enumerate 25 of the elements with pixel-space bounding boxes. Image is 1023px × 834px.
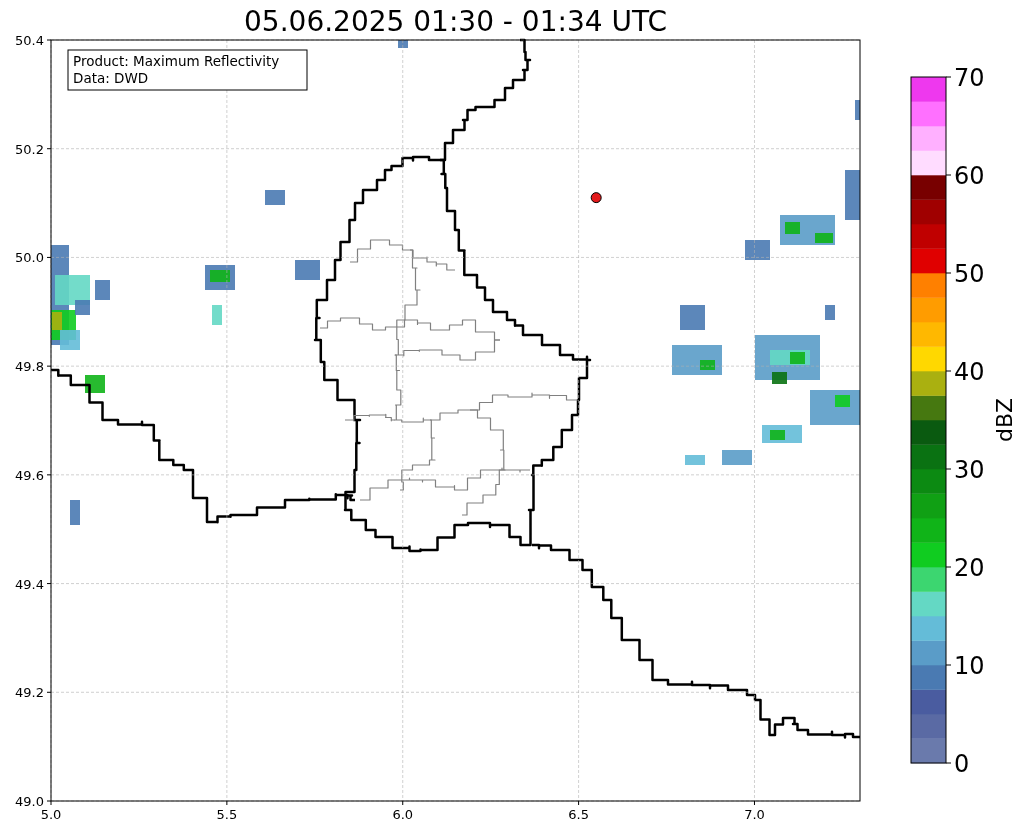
y-axis-tick-label: 49.0 [15, 794, 44, 809]
colorbar-tick-label: 0 [954, 750, 970, 778]
colorbar-tick-label: 60 [954, 162, 985, 190]
y-axis-tick-label: 49.4 [15, 576, 44, 592]
x-axis-tick-label: 5.5 [216, 807, 238, 822]
colorbar-tick-label: 40 [954, 358, 985, 386]
x-axis-tick-label: 7.0 [744, 807, 765, 822]
x-axis-tick-label: 6.5 [568, 807, 589, 822]
colorbar-tick-label: 50 [954, 260, 985, 288]
legend-text: Product: Maximum Reflectivity [73, 53, 280, 69]
y-axis-tick-label: 50.4 [15, 33, 44, 48]
colorbar-label: dBZ [992, 397, 1017, 443]
chart-title: 05.06.2025 01:30 - 01:34 UTC [243, 4, 668, 32]
colorbar-tick-label: 30 [954, 456, 985, 484]
colorbar-tick-label: 10 [954, 652, 985, 680]
colorbar-tick-label: 70 [954, 64, 985, 92]
colorbar-tick-label: 20 [954, 554, 985, 582]
y-axis-tick-label: 50.2 [15, 141, 44, 157]
y-axis-tick-label: 50.0 [15, 250, 44, 266]
legend-text: Data: DWD [73, 70, 149, 86]
y-axis-tick-label: 49.2 [15, 685, 44, 701]
y-axis-tick-label: 49.8 [15, 359, 44, 375]
x-axis-tick-label: 5.0 [40, 807, 62, 822]
x-axis-tick-label: 6.0 [392, 807, 414, 822]
y-axis-tick-label: 49.6 [15, 467, 44, 483]
